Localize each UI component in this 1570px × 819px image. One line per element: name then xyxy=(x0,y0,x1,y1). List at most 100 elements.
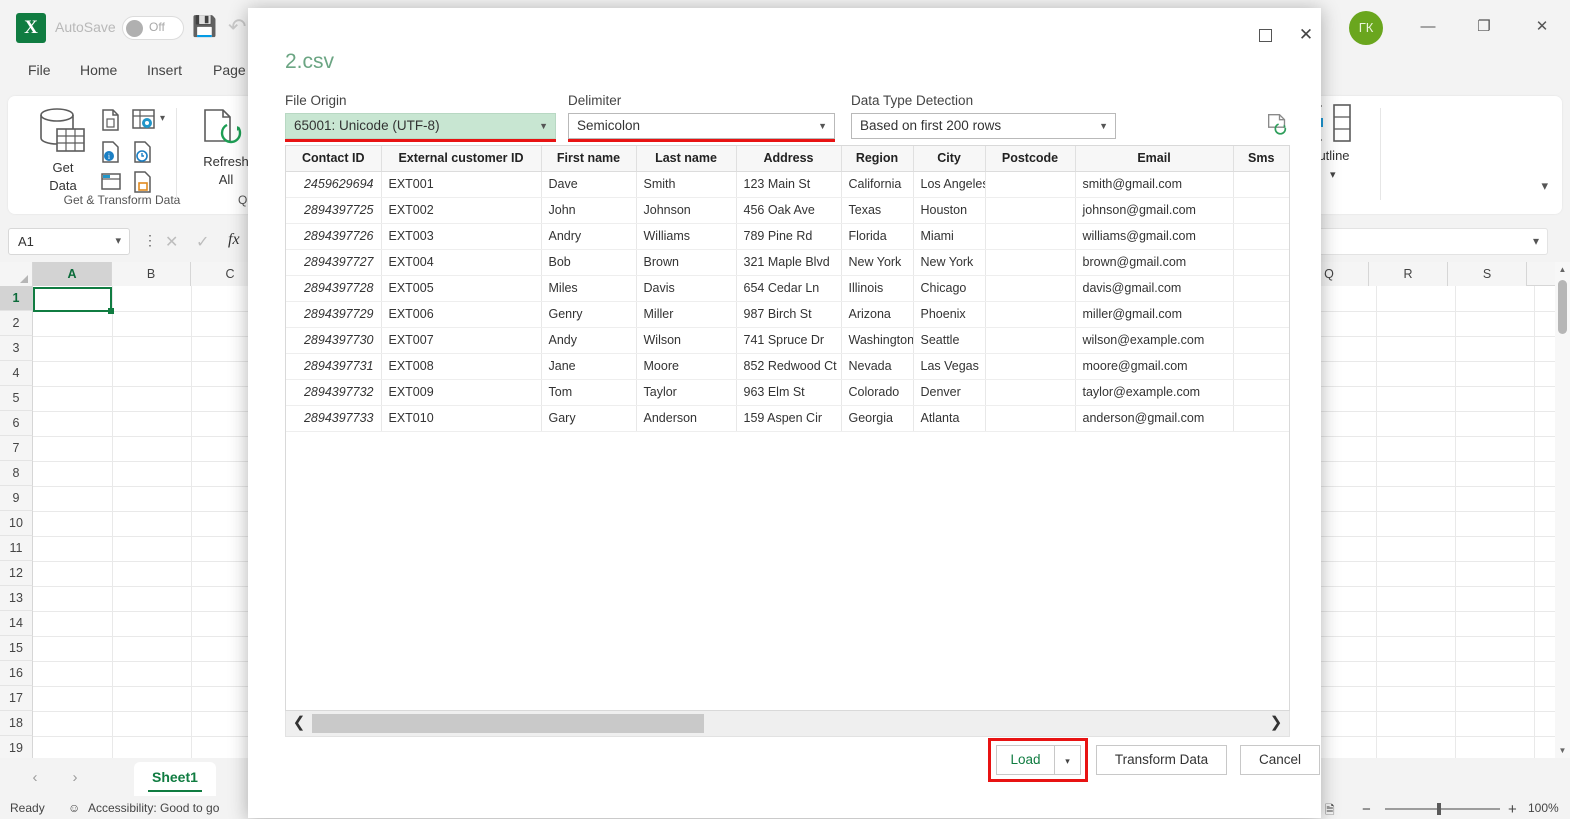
row-header-5[interactable]: 5 xyxy=(0,386,33,411)
preview-cell xyxy=(1233,301,1289,328)
zoom-out-button[interactable]: − xyxy=(1362,801,1371,818)
sheet-tab-sheet1[interactable]: Sheet1 xyxy=(134,762,216,796)
chevron-down-icon[interactable]: ▾ xyxy=(1330,168,1336,181)
refresh-document-icon[interactable] xyxy=(1267,113,1287,138)
preview-horizontal-scrollbar[interactable]: ❮ ❯ xyxy=(285,711,1290,737)
from-web-icon[interactable] xyxy=(131,170,155,194)
undo-icon[interactable]: ↶ xyxy=(228,14,246,40)
ribbon-tab-insert[interactable]: Insert xyxy=(147,62,182,78)
column-header-a[interactable]: A xyxy=(33,262,112,286)
preview-cell: Washington xyxy=(841,327,914,354)
column-header-r[interactable]: R xyxy=(1369,262,1448,286)
scroll-down-icon[interactable]: ▼ xyxy=(1555,743,1570,758)
dialog-restore-button[interactable] xyxy=(1248,20,1282,50)
row-header-1[interactable]: 1 xyxy=(0,286,33,311)
preview-scroll-right-icon[interactable]: ❯ xyxy=(1263,711,1289,735)
row-header-6[interactable]: 6 xyxy=(0,411,33,436)
active-cell-a1[interactable] xyxy=(33,287,114,314)
row-header-15[interactable]: 15 xyxy=(0,636,33,661)
row-header-8[interactable]: 8 xyxy=(0,461,33,486)
load-dropdown-button[interactable]: ▾ xyxy=(1054,745,1081,775)
zoom-in-button[interactable]: + xyxy=(1508,801,1517,818)
cancel-button[interactable]: Cancel xyxy=(1240,745,1320,775)
preview-cell xyxy=(1233,275,1289,302)
preview-cell: brown@gmail.com xyxy=(1075,249,1234,276)
preview-cell: Colorado xyxy=(841,379,914,406)
confirm-icon[interactable]: ✓ xyxy=(196,232,209,252)
cancel-icon[interactable]: ✕ xyxy=(165,232,178,252)
preview-cell: Atlanta xyxy=(913,405,986,432)
preview-cell: Davis xyxy=(636,275,737,302)
chevron-down-icon[interactable]: ▼ xyxy=(1099,114,1108,138)
row-header-17[interactable]: 17 xyxy=(0,686,33,711)
preview-scroll-left-icon[interactable]: ❮ xyxy=(286,711,312,735)
preview-cell: davis@gmail.com xyxy=(1075,275,1234,302)
vertical-scrollbar[interactable]: ▲ ▼ xyxy=(1555,262,1570,758)
existing-connections-icon[interactable] xyxy=(99,170,123,194)
window-minimize-button[interactable]: — xyxy=(1408,12,1448,42)
data-type-detection-dropdown[interactable]: Based on first 200 rows ▼ xyxy=(851,113,1116,139)
ribbon-tab-page-layout[interactable]: Page xyxy=(213,62,246,78)
ribbon-collapse-chevron-down-icon[interactable]: ▾ xyxy=(1541,178,1548,194)
load-button[interactable]: Load xyxy=(996,745,1054,775)
autosave-toggle[interactable]: Off xyxy=(122,16,184,40)
row-header-16[interactable]: 16 xyxy=(0,661,33,686)
row-header-9[interactable]: 9 xyxy=(0,486,33,511)
dialog-close-button[interactable]: ✕ xyxy=(1289,20,1323,50)
window-close-button[interactable]: ✕ xyxy=(1522,12,1562,42)
row-header-11[interactable]: 11 xyxy=(0,536,33,561)
ribbon-tab-file[interactable]: File xyxy=(28,62,51,78)
row-header-12[interactable]: 12 xyxy=(0,561,33,586)
data-type-detection-label: Data Type Detection xyxy=(851,93,974,108)
transform-data-button[interactable]: Transform Data xyxy=(1096,745,1227,775)
row-header-4[interactable]: 4 xyxy=(0,361,33,386)
avatar[interactable]: ГК xyxy=(1349,11,1383,45)
row-header-19[interactable]: 19 xyxy=(0,736,33,758)
zoom-level-label[interactable]: 100% xyxy=(1528,801,1559,815)
row-header-7[interactable]: 7 xyxy=(0,436,33,461)
row-header-3[interactable]: 3 xyxy=(0,336,33,361)
name-box[interactable]: A1 ▾ xyxy=(8,228,130,255)
window-restore-button[interactable]: ❐ xyxy=(1464,12,1504,42)
select-all-corner[interactable] xyxy=(0,262,33,286)
column-header-b[interactable]: B xyxy=(112,262,191,286)
row-header-10[interactable]: 10 xyxy=(0,511,33,536)
row-header-14[interactable]: 14 xyxy=(0,611,33,636)
chevron-down-icon[interactable]: ▾ xyxy=(160,113,165,124)
from-picture-icon[interactable] xyxy=(131,108,157,132)
chevron-down-icon[interactable]: ▾ xyxy=(1533,234,1539,248)
scroll-up-icon[interactable]: ▲ xyxy=(1555,262,1570,277)
preview-cell xyxy=(1233,379,1289,406)
chevron-down-icon[interactable]: ▾ xyxy=(115,229,121,254)
file-origin-dropdown[interactable]: 65001: Unicode (UTF-8) ▼ xyxy=(285,113,556,139)
accessibility-icon[interactable]: ☺ xyxy=(68,801,80,815)
zoom-slider-knob[interactable] xyxy=(1437,803,1441,815)
column-header-s[interactable]: S xyxy=(1448,262,1527,286)
page-layout-view-icon[interactable]: 🗎 xyxy=(1325,801,1335,819)
vertical-scroll-thumb[interactable] xyxy=(1558,280,1567,334)
row-header-18[interactable]: 18 xyxy=(0,711,33,736)
ribbon-tab-home[interactable]: Home xyxy=(80,62,117,78)
save-icon[interactable]: 💾 xyxy=(192,14,217,39)
delimiter-dropdown[interactable]: Semicolon ▼ xyxy=(568,113,835,139)
from-text-csv-icon[interactable] xyxy=(99,108,123,132)
chevron-down-icon[interactable]: ▼ xyxy=(539,114,548,138)
preview-cell: 2459629694 xyxy=(286,171,382,198)
sheet-next-button[interactable]: › xyxy=(62,766,88,790)
get-data-button[interactable]: Get Data xyxy=(28,104,98,200)
preview-table-row: 2459629694 EXT001 Dave Smith 123 Main St Cali… xyxy=(286,171,1289,198)
from-table-range-icon[interactable]: i xyxy=(99,140,123,164)
delimiter-value: Semicolon xyxy=(577,118,641,133)
csv-preview-table-container[interactable]: Contact ID External customer ID First name… xyxy=(285,145,1290,711)
sheet-prev-button[interactable]: ‹ xyxy=(22,766,48,790)
row-header-13[interactable]: 13 xyxy=(0,586,33,611)
chevron-down-icon[interactable]: ▼ xyxy=(818,114,827,138)
zoom-slider[interactable] xyxy=(1385,803,1500,815)
insert-function-icon[interactable]: fx xyxy=(228,231,240,249)
more-options-icon[interactable]: ⋮ xyxy=(143,232,157,249)
recent-sources-icon[interactable] xyxy=(131,140,155,164)
status-accessibility-label[interactable]: Accessibility: Good to go xyxy=(88,801,219,815)
row-header-2[interactable]: 2 xyxy=(0,311,33,336)
preview-scroll-thumb[interactable] xyxy=(312,714,704,733)
preview-cell: EXT004 xyxy=(381,249,542,276)
